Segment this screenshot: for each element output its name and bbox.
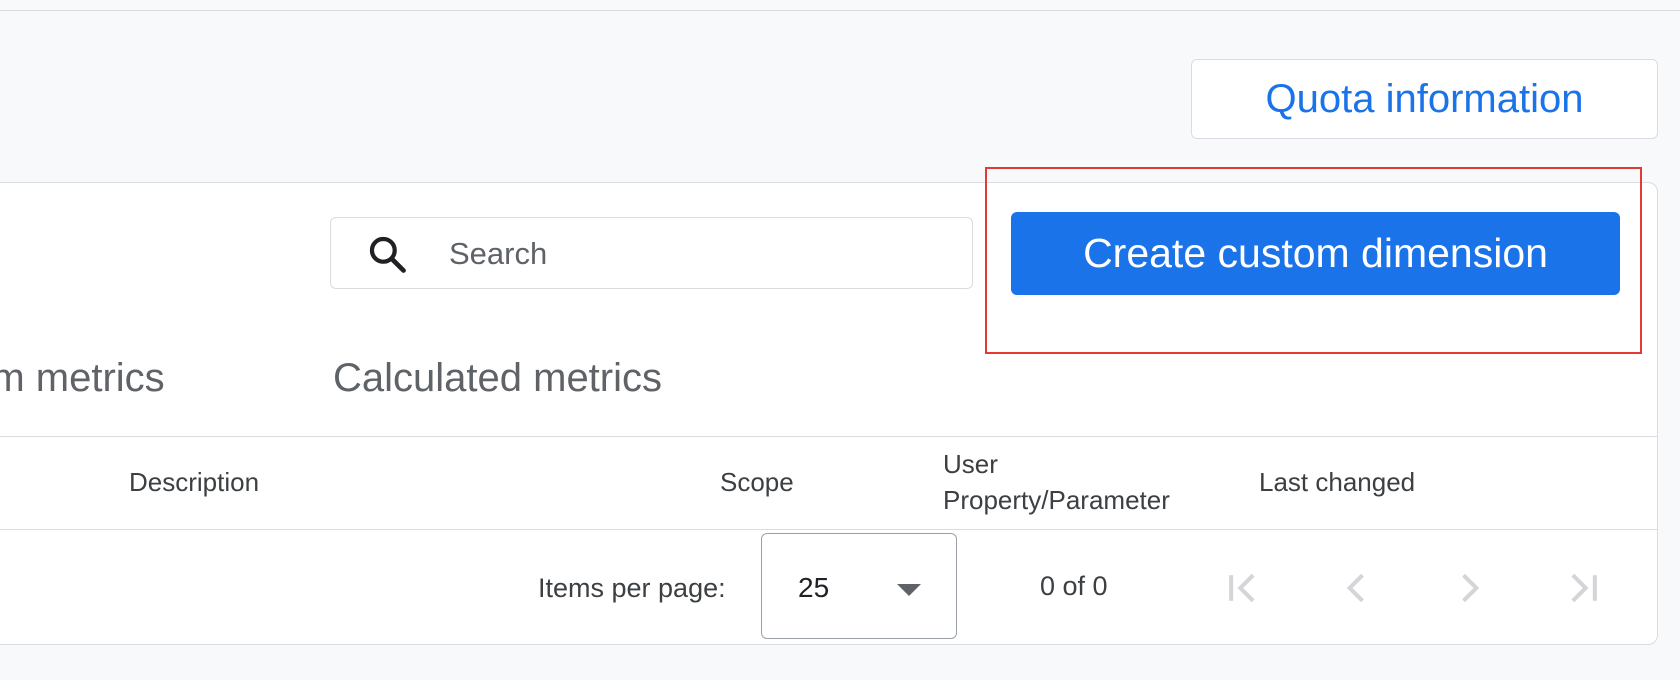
search-box[interactable] [330, 217, 973, 289]
column-header-scope[interactable]: Scope [720, 464, 794, 500]
chevron-down-icon [897, 584, 921, 596]
quota-information-button[interactable]: Quota information [1191, 59, 1658, 139]
tab-custom-metrics[interactable]: stom metrics [0, 352, 165, 404]
top-divider [0, 10, 1680, 11]
create-custom-dimension-button[interactable]: Create custom dimension [1011, 212, 1620, 295]
column-header-user-property-line2: Property/Parameter [943, 485, 1170, 515]
last-page-icon[interactable] [1560, 566, 1604, 610]
column-header-last-changed[interactable]: Last changed [1259, 464, 1415, 500]
column-header-user-property-line1: User [943, 449, 998, 479]
tab-calculated-metrics[interactable]: Calculated metrics [333, 352, 662, 404]
items-per-page-label: Items per page: [538, 573, 726, 603]
chevron-left-icon[interactable] [1335, 566, 1379, 610]
search-icon [369, 236, 406, 273]
column-header-description[interactable]: Description [129, 464, 259, 500]
page-size-value: 25 [798, 572, 830, 603]
chevron-right-icon[interactable] [1447, 566, 1491, 610]
column-header-user-property[interactable]: User Property/Parameter [943, 446, 1170, 518]
tabs-divider [0, 436, 1658, 437]
page-size-select[interactable]: 25 [761, 533, 957, 639]
page-range-label: 0 of 0 [1040, 571, 1108, 601]
header-divider [0, 529, 1658, 530]
first-page-icon[interactable] [1222, 566, 1266, 610]
search-input[interactable] [447, 228, 951, 280]
